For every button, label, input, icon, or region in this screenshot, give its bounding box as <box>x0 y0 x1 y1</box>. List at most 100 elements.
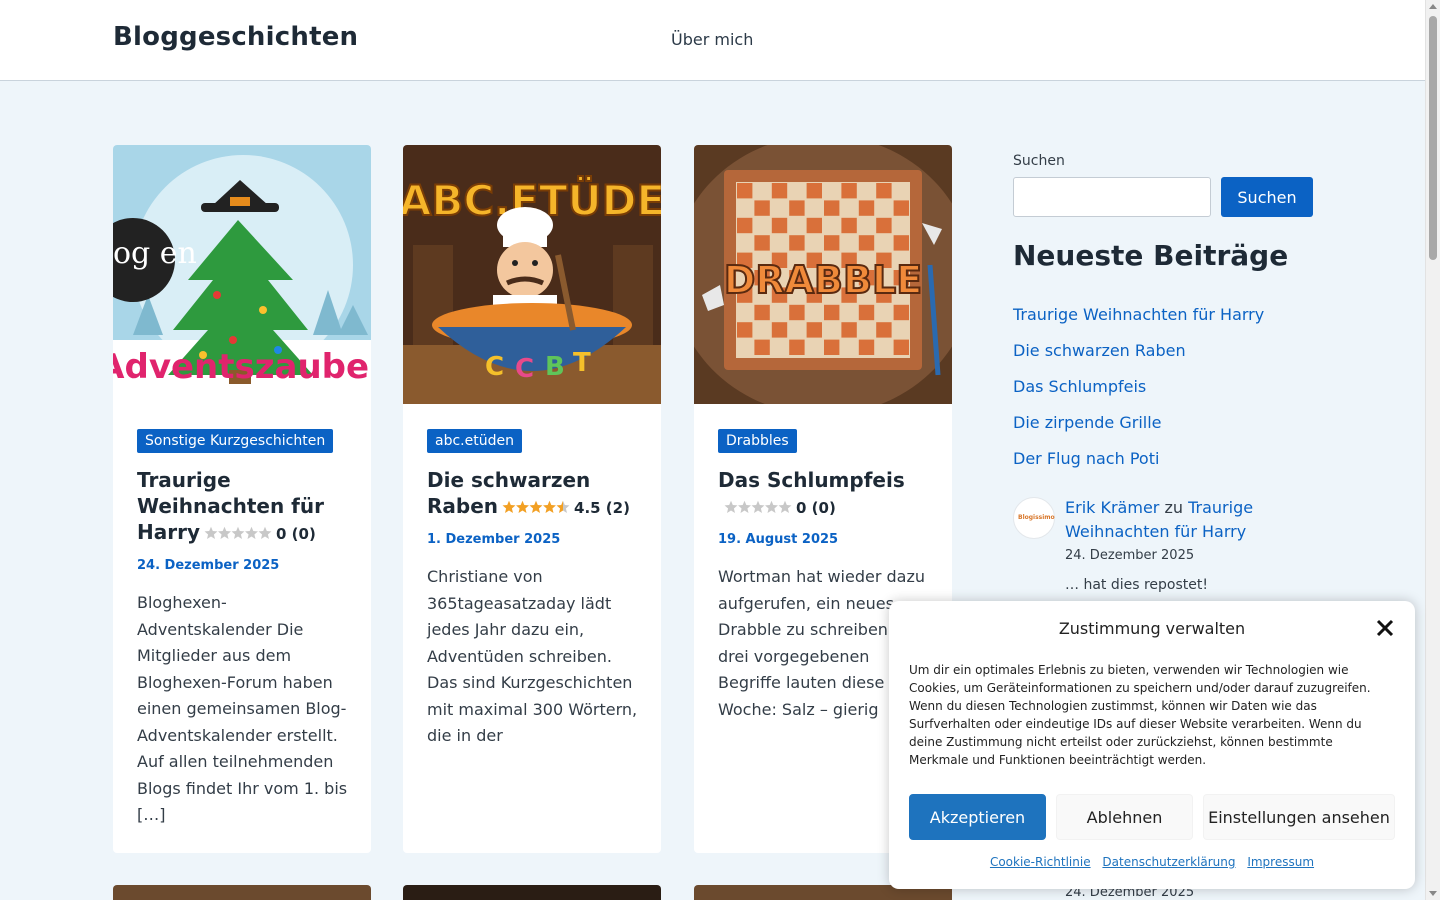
post-card-partial[interactable] <box>403 885 661 900</box>
rating-text: 0 (0) <box>796 499 836 517</box>
comment-author-link[interactable]: Erik Krämer <box>1065 498 1159 517</box>
rating-star-icon[interactable] <box>738 500 751 513</box>
board-cell <box>893 339 909 355</box>
scroll-down-arrow-icon[interactable] <box>1429 891 1437 896</box>
board-cell <box>806 217 822 234</box>
site-header: Bloggeschichten Über mich <box>0 0 1425 81</box>
comment-connector: zu <box>1164 498 1184 517</box>
rating-stars[interactable] <box>502 494 570 520</box>
cookie-consent-dialog: Zustimmung verwalten Um dir ein optimale… <box>889 601 1415 889</box>
board-cell <box>858 339 875 355</box>
recent-post-link[interactable]: Die schwarzen Raben <box>1013 341 1186 360</box>
view-preferences-button[interactable]: Einstellungen ansehen <box>1203 794 1395 840</box>
scroll-thumb[interactable] <box>1429 16 1437 260</box>
consent-links: Cookie-Richtlinie Datenschutzerklärung I… <box>889 855 1415 869</box>
rating-star-icon[interactable] <box>529 500 543 513</box>
board-cell <box>771 183 788 199</box>
search-input[interactable] <box>1013 177 1211 217</box>
board-cell <box>858 235 875 251</box>
post-date[interactable]: 19. August 2025 <box>718 532 838 547</box>
accept-button[interactable]: Akzeptieren <box>909 794 1046 840</box>
rating-star-icon[interactable] <box>516 500 529 513</box>
rating-text: 0 (0) <box>276 525 316 543</box>
board-cell <box>893 304 909 321</box>
board-cell <box>737 322 753 338</box>
avatar[interactable]: Blogissimo <box>1013 497 1055 539</box>
list-item: Die zirpende Grille <box>1013 413 1264 449</box>
imprint-link[interactable]: Impressum <box>1247 855 1314 869</box>
site-title[interactable]: Bloggeschichten <box>113 22 358 52</box>
rating-text: 4.5 (2) <box>574 499 630 517</box>
category-badge[interactable]: abc.etüden <box>427 429 522 453</box>
board-cell <box>789 200 805 216</box>
recent-posts-list: Traurige Weihnachten für Harry Die schwa… <box>1013 305 1264 485</box>
rating-star-icon[interactable] <box>502 500 516 513</box>
rating-star-icon[interactable] <box>556 500 570 513</box>
rating-star-icon[interactable] <box>765 500 778 513</box>
board-cell <box>754 200 770 216</box>
rating-stars[interactable] <box>724 494 792 520</box>
board-cell <box>876 183 892 199</box>
search-button[interactable]: Suchen <box>1221 177 1313 217</box>
deny-button[interactable]: Ablehnen <box>1056 794 1193 840</box>
board-cell <box>789 339 805 355</box>
rating-star-icon[interactable] <box>231 526 245 539</box>
category-badge[interactable]: Sonstige Kurzgeschichten <box>137 429 334 453</box>
post-title[interactable]: Traurige Weihnachten für Harry 0 (0) <box>137 467 352 547</box>
search-label: Suchen <box>1013 153 1065 169</box>
board-cell <box>771 217 788 234</box>
image-badge-text: og en <box>113 236 197 271</box>
list-item: Traurige Weihnachten für Harry <box>1013 305 1264 341</box>
list-item: Der Flug nach Poti <box>1013 449 1264 485</box>
rating-stars[interactable] <box>204 520 272 546</box>
post-card: ABC.ETÜDE C C B T abc.etüden Die schwarz… <box>403 145 661 853</box>
recent-post-link[interactable]: Die zirpende Grille <box>1013 413 1162 432</box>
privacy-policy-link[interactable]: Datenschutzerklärung <box>1102 855 1235 869</box>
post-date[interactable]: 1. Dezember 2025 <box>427 532 560 547</box>
rating-star-icon[interactable] <box>258 526 272 539</box>
rating-star-icon[interactable] <box>245 526 258 539</box>
avatar-label: Blogissimo <box>1018 514 1055 521</box>
svg-text:T: T <box>573 348 591 378</box>
image-caption-text: DRABBLE <box>724 258 922 302</box>
recent-post-link[interactable]: Das Schlumpfeis <box>1013 377 1146 396</box>
consent-title: Zustimmung verwalten <box>1058 619 1246 638</box>
svg-text:B: B <box>545 352 565 382</box>
post-excerpt: Bloghexen-Adventskalender Die Mitglieder… <box>137 593 348 824</box>
rating-star-icon[interactable] <box>724 500 738 513</box>
close-icon[interactable] <box>1375 618 1395 638</box>
nav-link-about[interactable]: Über mich <box>671 30 753 49</box>
board-cell <box>824 304 840 321</box>
post-thumbnail-drabble-board[interactable]: DRABBLE <box>694 145 952 404</box>
board-cell <box>893 235 909 251</box>
page-scrollbar[interactable] <box>1425 0 1440 900</box>
post-date[interactable]: 24. Dezember 2025 <box>137 558 279 573</box>
board-cell <box>841 183 857 199</box>
board-cell <box>824 200 840 216</box>
post-thumbnail-christmas-tree[interactable]: og en Adventszauber <box>113 145 371 404</box>
category-badge[interactable]: Drabbles <box>718 429 797 453</box>
recent-comment: Erik Krämer zu Traurige Weihnachten für … <box>1065 496 1305 544</box>
rating-star-icon[interactable] <box>543 500 556 513</box>
board-cell <box>754 304 770 321</box>
recent-post-link[interactable]: Traurige Weihnachten für Harry <box>1013 305 1264 324</box>
rating-star-icon[interactable] <box>218 526 231 539</box>
post-title-text[interactable]: Das Schlumpfeis <box>718 468 905 492</box>
cookie-policy-link[interactable]: Cookie-Richtlinie <box>990 855 1091 869</box>
rating-star-icon[interactable] <box>204 526 218 539</box>
board-cell <box>893 200 909 216</box>
list-item: Die schwarzen Raben <box>1013 341 1264 377</box>
rating-star-icon[interactable] <box>778 500 792 513</box>
post-thumbnail-chef[interactable]: ABC.ETÜDE C C B T <box>403 145 661 404</box>
post-card-partial[interactable] <box>113 885 371 900</box>
board-cell <box>858 200 875 216</box>
recent-post-link[interactable]: Der Flug nach Poti <box>1013 449 1159 468</box>
rating-star-icon[interactable] <box>751 500 765 513</box>
post-title[interactable]: Das Schlumpfeis 0 (0) <box>718 467 933 521</box>
post-title[interactable]: Die schwarzen Raben 4.5 (2) <box>427 467 642 521</box>
board-cell <box>754 235 770 251</box>
board-cell <box>806 322 822 338</box>
scroll-up-arrow-icon[interactable] <box>1429 4 1437 9</box>
list-item: Das Schlumpfeis <box>1013 377 1264 413</box>
image-caption-text: Adventszauber <box>113 347 371 387</box>
